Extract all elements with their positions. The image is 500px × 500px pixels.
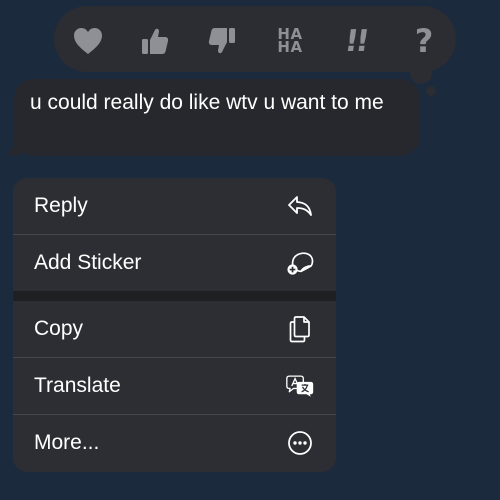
menu-item-label: Reply <box>34 194 88 217</box>
menu-item-copy[interactable]: Copy <box>13 301 336 357</box>
menu-item-label: Add Sticker <box>34 251 142 274</box>
more-ellipsis-icon <box>286 429 314 457</box>
menu-item-label: Translate <box>34 374 121 397</box>
tapback-haha[interactable]: HA HA <box>272 23 308 59</box>
menu-group-separator <box>13 291 336 301</box>
question-icon: ? <box>414 22 434 60</box>
context-menu: Reply Add Sticker Copy Translate More... <box>13 178 336 472</box>
tapback-thumbs-down[interactable] <box>204 23 240 59</box>
reply-arrow-icon <box>286 192 314 220</box>
message-text: u could really do like wtv u want to me <box>30 91 384 114</box>
menu-item-more[interactable]: More... <box>13 415 336 471</box>
add-sticker-icon <box>286 249 314 277</box>
menu-item-add-sticker[interactable]: Add Sticker <box>13 235 336 291</box>
thumbs-up-icon <box>140 26 170 56</box>
menu-item-reply[interactable]: Reply <box>13 178 336 234</box>
thumbs-down-icon <box>207 26 237 56</box>
menu-item-label: More... <box>34 431 100 454</box>
exclamation-icon: !! <box>342 23 370 59</box>
menu-item-translate[interactable]: Translate <box>13 358 336 414</box>
translate-icon <box>286 372 314 400</box>
tapback-exclamation[interactable]: !! <box>338 23 374 59</box>
message-context-screen: HA HA !! ? u could really do like wtv u … <box>0 0 500 500</box>
tapback-thumbs-up[interactable] <box>137 23 173 59</box>
tapback-bar: HA HA !! ? <box>54 6 456 72</box>
menu-item-label: Copy <box>34 317 84 340</box>
heart-icon <box>73 27 103 55</box>
tapback-heart[interactable] <box>70 23 106 59</box>
tapback-bar-tail-dot <box>426 86 436 96</box>
haha-icon: HA HA <box>277 25 303 56</box>
tapback-question[interactable]: ? <box>406 22 442 60</box>
copy-document-icon <box>286 315 314 343</box>
